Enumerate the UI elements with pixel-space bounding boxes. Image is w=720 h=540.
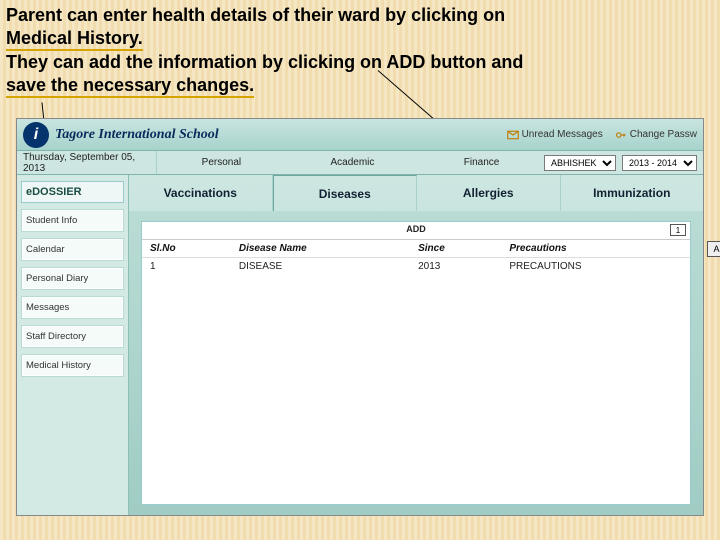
sidebar-item-staff-directory[interactable]: Staff Directory	[21, 325, 124, 348]
data-panel: ADD Sl.No Disease Name Since Precautions…	[141, 221, 691, 505]
sidebar-heading: eDOSSIER	[21, 181, 124, 203]
key-icon	[615, 129, 627, 141]
cell-prec: PRECAUTIONS	[501, 258, 690, 276]
tab-immunization[interactable]: Immunization	[561, 175, 704, 211]
mail-icon	[507, 129, 519, 141]
unread-messages-link[interactable]: Unread Messages	[507, 129, 603, 141]
col-slno: Sl.No	[142, 240, 231, 258]
disease-table: Sl.No Disease Name Since Precautions 1 D…	[142, 240, 690, 275]
menu-finance[interactable]: Finance	[464, 157, 500, 168]
title-bar: i Tagore International School Unread Mes…	[17, 119, 703, 151]
school-logo: i	[23, 122, 49, 148]
change-password-link[interactable]: Change Passw	[615, 129, 697, 141]
col-since: Since	[410, 240, 501, 258]
app-window: i Tagore International School Unread Mes…	[16, 118, 704, 516]
col-name: Disease Name	[231, 240, 410, 258]
current-date: Thursday, September 05, 2013	[17, 151, 157, 174]
tab-allergies[interactable]: Allergies	[417, 175, 561, 211]
sidebar-item-medical-history[interactable]: Medical History	[21, 354, 124, 377]
sidebar-item-messages[interactable]: Messages	[21, 296, 124, 319]
session-select[interactable]: 2013 - 2014	[622, 155, 697, 171]
main-area: Vaccinations Diseases Allergies Immuniza…	[129, 175, 703, 515]
health-tabs: Vaccinations Diseases Allergies Immuniza…	[129, 175, 703, 211]
row-count-input[interactable]	[670, 224, 686, 236]
cell-since: 2013	[410, 258, 501, 276]
tab-diseases[interactable]: Diseases	[273, 175, 418, 211]
sidebar-item-personal-diary[interactable]: Personal Diary	[21, 267, 124, 290]
instruction-text: Parent can enter health details of their…	[6, 4, 714, 98]
add-bar: ADD	[142, 222, 690, 240]
school-name: Tagore International School	[55, 127, 219, 143]
col-prec: Precautions	[501, 240, 690, 258]
student-select[interactable]: ABHISHEK	[544, 155, 616, 171]
add-button[interactable]: ADD	[707, 241, 720, 257]
add-label: ADD	[406, 224, 426, 234]
tab-vaccinations[interactable]: Vaccinations	[129, 175, 273, 211]
cell-name: DISEASE	[231, 258, 410, 276]
sidebar: eDOSSIER Student Info Calendar Personal …	[17, 175, 129, 515]
sidebar-item-student-info[interactable]: Student Info	[21, 209, 124, 232]
top-menu: Personal Academic Finance	[157, 157, 544, 168]
menu-bar: Thursday, September 05, 2013 Personal Ac…	[17, 151, 703, 175]
menu-academic[interactable]: Academic	[330, 157, 374, 168]
sidebar-item-calendar[interactable]: Calendar	[21, 238, 124, 261]
menu-personal[interactable]: Personal	[202, 157, 241, 168]
cell-sl: 1	[142, 258, 231, 276]
table-row[interactable]: 1 DISEASE 2013 PRECAUTIONS	[142, 258, 690, 276]
